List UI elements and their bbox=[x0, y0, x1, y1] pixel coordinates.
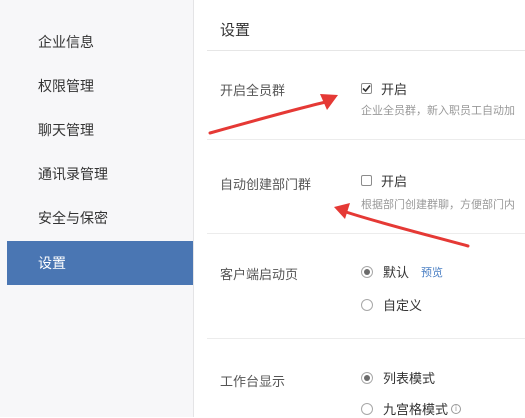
sidebar-item-security[interactable]: 安全与保密 bbox=[7, 196, 193, 240]
all-staff-group-description: 企业全员群，新入职员工自动加 bbox=[361, 105, 515, 117]
workbench-list-mode-radio[interactable] bbox=[361, 371, 373, 384]
workbench-grid-mode-label: 九宫格模式 bbox=[383, 402, 449, 417]
sidebar-item-label: 安全与保密 bbox=[38, 210, 108, 226]
auto-dept-group-checkbox[interactable] bbox=[361, 175, 372, 186]
start-page-custom-option[interactable]: 自定义 bbox=[361, 295, 422, 314]
sidebar-item-permissions[interactable]: 权限管理 bbox=[7, 64, 193, 108]
sidebar-item-label: 通讯录管理 bbox=[38, 166, 108, 182]
workbench-list-mode-option[interactable]: 列表模式 bbox=[361, 368, 435, 387]
workbench-grid-mode-option[interactable]: 九宫格模式 i bbox=[361, 399, 462, 418]
all-staff-group-option-label: 开启 bbox=[381, 82, 408, 97]
sidebar-item-settings[interactable]: 设置 bbox=[7, 241, 193, 285]
start-page-default-label: 默认 bbox=[383, 265, 410, 280]
start-page-custom-label: 自定义 bbox=[383, 298, 423, 313]
section-divider bbox=[207, 139, 525, 140]
info-icon[interactable]: i bbox=[451, 403, 462, 414]
all-staff-group-label: 开启全员群 bbox=[220, 83, 286, 98]
auto-dept-group-option-label: 开启 bbox=[381, 174, 408, 189]
sidebar: 企业信息 权限管理 聊天管理 通讯录管理 安全与保密 设置 bbox=[0, 0, 194, 417]
page-title: 设置 bbox=[220, 22, 251, 39]
sidebar-item-contacts-management[interactable]: 通讯录管理 bbox=[7, 152, 193, 196]
workbench-grid-mode-radio[interactable] bbox=[361, 402, 373, 415]
all-staff-group-checkbox[interactable] bbox=[361, 83, 372, 94]
all-staff-group-option[interactable]: 开启 bbox=[361, 79, 407, 98]
sidebar-item-chat-management[interactable]: 聊天管理 bbox=[7, 108, 193, 152]
sidebar-item-label: 权限管理 bbox=[38, 78, 94, 94]
start-page-default-radio[interactable] bbox=[361, 265, 373, 278]
preview-link[interactable]: 预览 bbox=[421, 264, 443, 280]
start-page-custom-radio[interactable] bbox=[361, 298, 373, 311]
sidebar-item-label: 企业信息 bbox=[38, 34, 94, 50]
auto-dept-group-label: 自动创建部门群 bbox=[220, 177, 312, 192]
section-divider bbox=[207, 338, 525, 339]
settings-panel: 设置 开启全员群 开启 企业全员群，新入职员工自动加 自动创建部门群 开启 根据… bbox=[193, 0, 525, 417]
sidebar-item-label: 聊天管理 bbox=[38, 122, 94, 138]
auto-dept-group-description: 根据部门创建群聊，方便部门内 bbox=[361, 199, 515, 211]
start-page-default-option[interactable]: 默认 预览 bbox=[361, 262, 443, 281]
sidebar-item-company-info[interactable]: 企业信息 bbox=[7, 20, 193, 64]
checkmark-icon bbox=[362, 85, 371, 93]
sidebar-item-label: 设置 bbox=[38, 255, 66, 271]
workbench-display-label: 工作台显示 bbox=[220, 374, 286, 389]
workbench-list-mode-label: 列表模式 bbox=[383, 371, 436, 386]
client-start-page-label: 客户端启动页 bbox=[220, 267, 299, 282]
title-divider bbox=[207, 50, 525, 51]
auto-dept-group-option[interactable]: 开启 bbox=[361, 171, 407, 190]
section-divider bbox=[207, 233, 525, 234]
